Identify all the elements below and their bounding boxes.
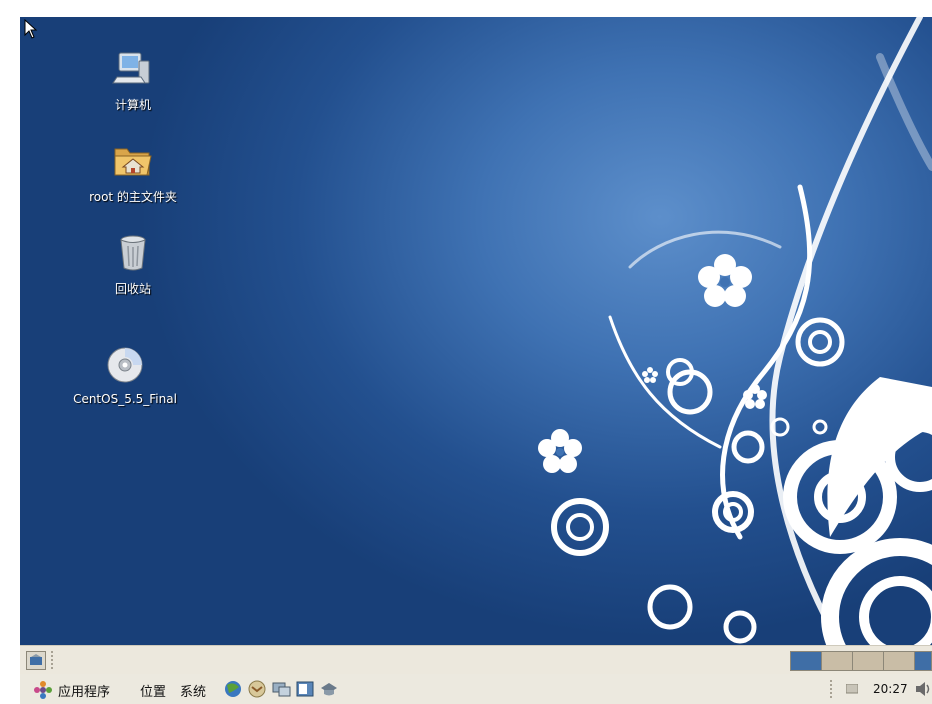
- volume-icon[interactable]: [914, 681, 932, 697]
- applications-menu-icon: [34, 681, 52, 699]
- show-desktop-button[interactable]: [26, 651, 46, 670]
- desktop-icon-trash[interactable]: 回收站: [58, 231, 208, 297]
- desktop-icon-label: 计算机: [114, 98, 151, 112]
- launcher-mail[interactable]: [246, 679, 268, 703]
- system-menu[interactable]: 系统: [180, 681, 206, 700]
- notes-icon: [296, 681, 314, 697]
- workspace-3[interactable]: [852, 651, 884, 671]
- cdrom-icon: [107, 347, 143, 383]
- update-icon: [321, 683, 337, 696]
- computer-icon: [112, 52, 150, 84]
- panel-handle-right[interactable]: [830, 680, 836, 698]
- top-panel: 应用程序 位置 系统 20:27: [20, 674, 932, 704]
- launcher-browser[interactable]: [222, 679, 244, 703]
- workspace-2[interactable]: [821, 651, 853, 671]
- desktop[interactable]: 计算机 root 的主文件夹 回收站 CentOS_5.5_Final: [20, 17, 932, 645]
- desktop-icon-label: root 的主文件夹: [89, 190, 177, 204]
- applications-menu[interactable]: 应用程序: [58, 681, 110, 700]
- browser-icon: [225, 681, 241, 697]
- mail-icon: [248, 680, 266, 698]
- workspace-4[interactable]: [883, 651, 915, 671]
- trash-icon: [120, 235, 146, 271]
- desktop-icon-computer[interactable]: 计算机: [58, 47, 208, 113]
- workspace-switcher: [788, 646, 932, 674]
- clock[interactable]: 20:27: [873, 682, 908, 696]
- home-folder-icon: [114, 148, 152, 176]
- desktop-icon-cdrom[interactable]: CentOS_5.5_Final: [50, 343, 200, 406]
- workspace-1[interactable]: [790, 651, 822, 671]
- launcher-update[interactable]: [318, 679, 340, 703]
- mouse-cursor-icon: [24, 19, 38, 39]
- network-tray-icon[interactable]: [846, 684, 858, 694]
- workspace-5[interactable]: [914, 651, 932, 671]
- desktop-icon-home-folder[interactable]: root 的主文件夹: [58, 139, 208, 205]
- show-desktop-icon: [30, 654, 42, 665]
- desktop-icon-label: CentOS_5.5_Final: [73, 392, 177, 406]
- desktop-icon-label: 回收站: [114, 282, 151, 296]
- panel-handle[interactable]: [51, 651, 57, 669]
- launcher-network[interactable]: [270, 679, 292, 703]
- places-menu[interactable]: 位置: [140, 681, 166, 700]
- launcher-notes[interactable]: [294, 679, 316, 703]
- bottom-panel: [20, 645, 932, 675]
- network-icon: [272, 682, 291, 697]
